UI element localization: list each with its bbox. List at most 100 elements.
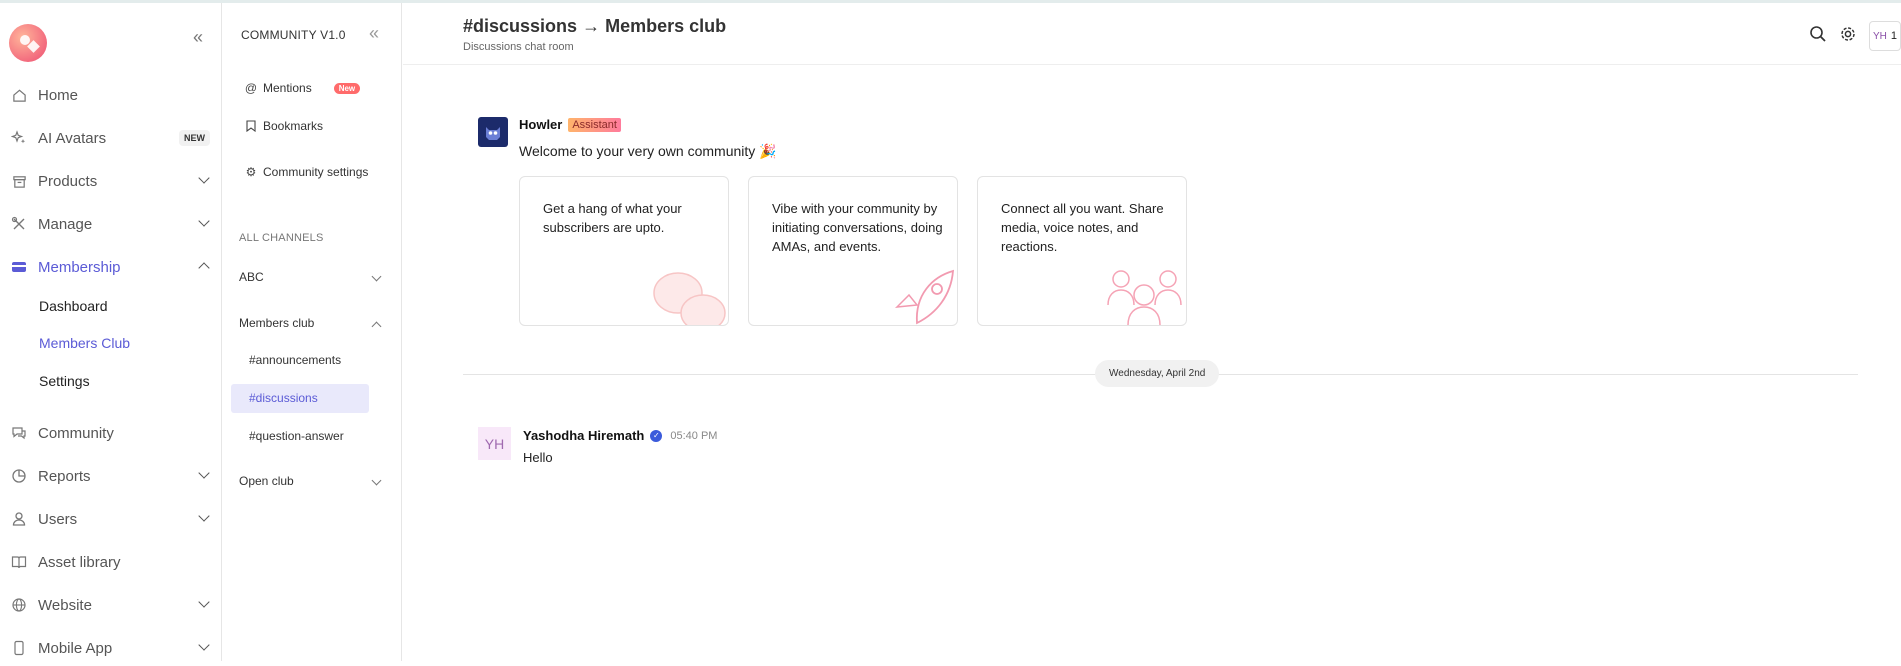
people-illustration [1107,270,1182,325]
sidebar-item-label: AI Avatars [38,129,107,147]
chevron-up-icon [371,321,382,332]
channel-name: #discussions [463,16,578,36]
channel-discussions[interactable]: #discussions [231,384,369,413]
header-actions: YH 1 [1809,21,1901,51]
new-badge: NEW [179,130,210,146]
howler-avatar [478,117,508,147]
home-icon [11,87,27,103]
sidebar-item-label: Manage [38,215,93,233]
bookmarks-label: Bookmarks [263,119,324,133]
box-icon [11,173,27,189]
bookmarks-link[interactable]: Bookmarks [245,119,323,133]
membership-dashboard-link[interactable]: Dashboard [39,298,108,314]
card-text: Get a hang of what your subscribers are … [543,201,682,235]
arrow-right-icon: → [582,16,601,36]
all-channels-heading: ALL CHANNELS [239,232,324,244]
app-logo[interactable] [9,24,47,62]
sidebar-item-label: Website [38,596,92,614]
feature-card-community: Vibe with your community by initiating c… [748,176,958,326]
bot-name: Howler [519,117,563,132]
community-title: COMMUNITY V1.0 [241,28,346,42]
channel-group-members-club[interactable]: Members club [239,316,384,332]
book-icon [11,554,27,570]
sidebar-item-manage[interactable]: Manage [0,206,222,242]
community-panel: COMMUNITY V1.0 « @ Mentions New Bookmark… [223,3,402,661]
sidebar-item-website[interactable]: Website [0,587,222,623]
membership-members-club-link[interactable]: Members Club [39,335,130,351]
sidebar-item-community[interactable]: Community [0,415,222,451]
at-icon: @ [244,81,258,95]
message-time: 05:40 PM [670,429,718,442]
sidebar-item-products[interactable]: Products [0,163,222,199]
membership-icon [11,259,27,275]
community-settings-link[interactable]: ⚙ Community settings [245,165,369,179]
card-text: Connect all you want. Share media, voice… [1001,201,1164,254]
sidebar-item-home[interactable]: Home [0,77,222,113]
sidebar-item-ai-avatars[interactable]: AI Avatars NEW [0,120,222,156]
group-label: Members club [239,316,315,330]
channel-group-abc[interactable]: ABC [239,270,384,284]
channel-group-open-club[interactable]: Open club [239,474,384,488]
chevron-down-icon [198,510,210,522]
chevron-down-icon [198,467,210,479]
chevron-down-icon [198,215,210,227]
sparkle-icon [11,130,27,146]
sidebar-item-label: Users [38,510,78,528]
date-divider: Wednesday, April 2nd [1095,360,1220,387]
mobile-icon [11,640,27,656]
welcome-message: Welcome to your very own community 🎉 [519,143,777,159]
feature-card-subscribers: Get a hang of what your subscribers are … [519,176,729,326]
chevron-down-icon [371,475,382,486]
sidebar-item-label: Mobile App [38,639,113,657]
new-badge: New [333,82,361,94]
collapse-community-icon[interactable]: « [369,23,379,44]
channel-announcements[interactable]: #announcements [231,346,369,375]
page-subtitle: Discussions chat room [463,41,574,53]
page-title: #discussions → Members club [463,16,726,37]
sidebar-item-label: Reports [38,467,91,485]
chat-bubbles-illustration [653,272,726,325]
user-icon [11,511,27,527]
bookmark-icon [245,120,257,132]
group-label: Open club [239,474,294,488]
sidebar-item-label: Products [38,172,98,190]
chat-area: Howler Assistant Welcome to your very ow… [403,66,1901,661]
message-text: Hello [523,450,553,465]
sidebar-item-reports[interactable]: Reports [0,458,222,494]
chevron-down-icon [198,596,210,608]
tools-icon [11,216,27,232]
globe-icon [11,597,27,613]
mentions-label: Mentions [263,81,312,95]
assistant-badge: Assistant [568,117,621,132]
sidebar-item-label: Asset library [38,553,121,571]
author-name: Yashodha Hiremath [523,428,645,443]
mentions-link[interactable]: @ Mentions New [244,81,361,95]
chat-icon [11,425,27,441]
avatar-initials: YH [1872,30,1887,42]
chevron-down-icon [371,271,382,282]
sidebar-item-label: Community [38,424,114,442]
chevron-up-icon [198,262,210,274]
settings-gear-icon[interactable] [1839,25,1857,48]
channel-question-answer[interactable]: #question-answer [231,422,369,451]
chat-header: #discussions → Members club Discussions … [403,3,1901,65]
search-icon[interactable] [1809,25,1827,48]
club-name: Members club [605,16,727,36]
sidebar-item-label: Home [38,86,79,104]
gear-icon: ⚙ [245,165,257,179]
chevron-down-icon [198,172,210,184]
verified-icon: ✓ [650,429,663,442]
card-text: Vibe with your community by initiating c… [772,201,943,254]
group-label: ABC [239,270,264,284]
main-sidebar: « Home AI Avatars NEW Products Manage Me… [0,3,222,661]
sidebar-item-label: Membership [38,258,121,276]
community-settings-label: Community settings [263,165,369,179]
sidebar-item-membership[interactable]: Membership [0,249,222,285]
user-avatar[interactable]: YH 1 [1869,21,1901,51]
notification-count: 1 [1890,30,1898,42]
sidebar-item-asset-library[interactable]: Asset library [0,544,222,580]
message-avatar: YH [478,427,511,460]
collapse-sidebar-icon[interactable]: « [193,27,203,48]
membership-settings-link[interactable]: Settings [39,373,90,389]
sidebar-item-users[interactable]: Users [0,501,222,537]
